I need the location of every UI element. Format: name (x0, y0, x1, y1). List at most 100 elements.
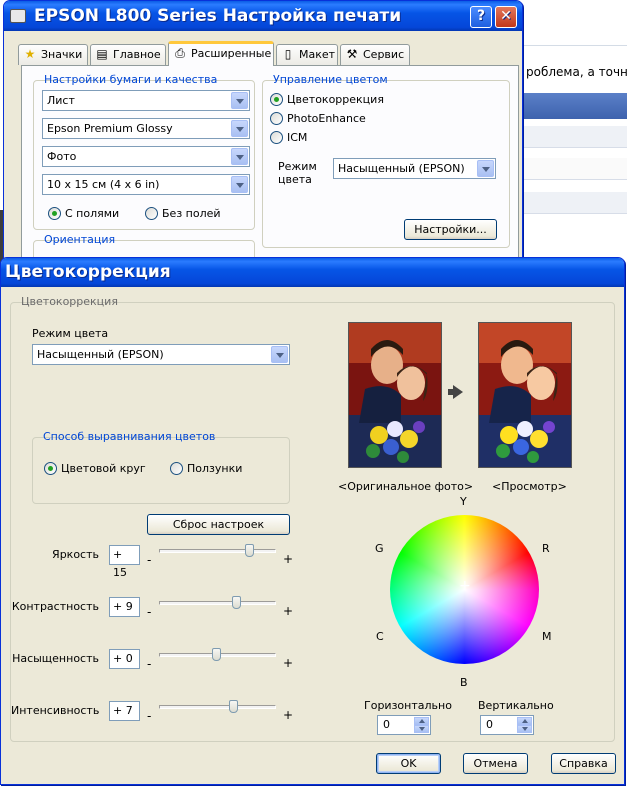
radio-indicator (145, 207, 158, 220)
wheel-label-c: C (376, 630, 384, 643)
chevron-down-icon[interactable] (231, 92, 248, 109)
background-app-row (520, 192, 627, 214)
slider-minus-label: - (147, 605, 152, 619)
slider-plus-label: + (283, 708, 294, 722)
slider-plus-label: + (283, 604, 294, 618)
slider-value-field[interactable]: + 7 (109, 701, 140, 721)
color-correction-group-label: Цветокоррекция (21, 295, 118, 308)
color-mode-label: Режим цвета (278, 160, 317, 186)
slider-minus-label: - (147, 657, 152, 671)
print-settings-titlebar[interactable]: EPSON L800 Series Настройка печати ? ✕ (4, 1, 522, 31)
spin-up-icon[interactable] (517, 717, 532, 725)
help-title-button[interactable]: ? (470, 6, 492, 28)
print-settings-window: EPSON L800 Series Настройка печати ? ✕ ★… (3, 0, 523, 280)
wheel-center-crosshair[interactable]: + (459, 579, 471, 593)
slider-track[interactable] (159, 705, 276, 709)
page-icon: ▯ (284, 47, 292, 61)
chevron-down-icon[interactable] (231, 148, 248, 165)
chevron-down-icon[interactable] (231, 176, 248, 193)
tab-icons[interactable]: ★ Значки (18, 44, 88, 65)
slider-plus-label: + (283, 656, 294, 670)
arrow-right-icon-stem (448, 389, 454, 395)
background-app-bar (520, 0, 627, 46)
color-correction-title: Цветокоррекция (5, 262, 171, 282)
photoenhance-radio[interactable]: PhotoEnhance (270, 112, 366, 126)
slider-track[interactable] (159, 549, 276, 553)
tab-advanced[interactable]: ⎙ Расширенные (168, 41, 274, 66)
tab-main[interactable]: ▤ Главное (90, 44, 166, 65)
print-settings-title: EPSON L800 Series Настройка печати (34, 6, 402, 26)
icm-radio[interactable]: ICM (270, 131, 307, 145)
slider-label: Яркость (52, 548, 99, 561)
reset-settings-button[interactable]: Сброс настроек (147, 514, 290, 535)
printer-icon (10, 9, 26, 23)
vertical-spinner[interactable]: 0 (480, 715, 534, 735)
slider-plus-label: + (283, 552, 294, 566)
wheel-label-g: G (375, 542, 384, 555)
slider-minus-label: - (147, 709, 152, 723)
color-management-group-label: Управление цветом (273, 73, 388, 86)
paper-size-combo[interactable]: 10 x 15 см (4 x 6 in) (42, 174, 250, 195)
horizontal-spinner[interactable]: 0 (377, 715, 431, 735)
color-mode-combo[interactable]: Насыщенный (EPSON) (333, 158, 496, 179)
slider-label: Интенсивность (11, 704, 100, 717)
cancel-button[interactable]: Отмена (463, 753, 528, 774)
alignment-method-group-label: Способ выравнивания цветов (43, 430, 216, 443)
spin-down-icon[interactable] (414, 725, 429, 733)
slider-value-field[interactable]: + 0 (109, 649, 140, 669)
wheel-label-y: Y (460, 495, 467, 508)
slider-minus-label: - (147, 553, 152, 567)
color-mode-title: Режим цвета (32, 327, 109, 340)
background-app-header (520, 93, 627, 119)
slider-label: Контрастность (11, 600, 99, 613)
chevron-down-icon[interactable] (271, 346, 288, 363)
close-title-button[interactable]: ✕ (495, 6, 517, 28)
help-button[interactable]: Справка (551, 753, 616, 774)
tab-layout[interactable]: ▯ Макет (276, 44, 338, 65)
background-app-row (520, 158, 627, 180)
color-settings-button[interactable]: Настройки... (404, 219, 497, 240)
slider-thumb[interactable] (229, 700, 238, 713)
spin-down-icon[interactable] (517, 725, 532, 733)
orientation-group-label: Ориентация (44, 233, 116, 246)
spinner-buttons[interactable] (517, 717, 532, 733)
spinner-buttons[interactable] (414, 717, 429, 733)
borderless-radio[interactable]: Без полей (145, 207, 221, 221)
slider-value-field[interactable]: + 15 (109, 545, 140, 579)
slider-thumb[interactable] (245, 544, 254, 557)
preview-photo-caption: <Просмотр> (492, 480, 567, 493)
cc-color-mode-combo[interactable]: Насыщенный (EPSON) (32, 344, 290, 365)
preview-photo (478, 322, 572, 468)
star-icon: ★ (24, 47, 36, 61)
slider-track[interactable] (159, 601, 276, 605)
chevron-down-icon[interactable] (231, 120, 248, 137)
paper-quality-group-label: Настройки бумаги и качества (44, 73, 218, 86)
radio-indicator (170, 462, 183, 475)
background-app-row (520, 126, 627, 148)
printer-tab-icon: ⎙ (175, 46, 185, 60)
ok-button[interactable]: OK (376, 753, 441, 774)
spin-up-icon[interactable] (414, 717, 429, 725)
paper-stack-icon: ▤ (96, 47, 108, 61)
chevron-down-icon[interactable] (477, 160, 494, 177)
paper-type-combo[interactable]: Epson Premium Glossy (42, 118, 250, 139)
wheel-label-r: R (542, 542, 550, 555)
radio-indicator (270, 131, 283, 144)
advanced-tab-panel: Настройки бумаги и качества Лист Epson P… (21, 65, 519, 280)
quality-combo[interactable]: Фото (42, 146, 250, 167)
slider-value-field[interactable]: + 9 (109, 597, 140, 617)
with-margins-radio[interactable]: С полями (48, 207, 119, 221)
original-photo (348, 322, 442, 468)
paper-source-combo[interactable]: Лист (42, 90, 250, 111)
tab-service[interactable]: ⚒ Сервис (340, 44, 410, 65)
arrow-right-icon (453, 385, 463, 399)
color-wheel-radio[interactable]: Цветовой круг (44, 462, 146, 476)
slider-thumb[interactable] (212, 648, 221, 661)
sliders-radio[interactable]: Ползунки (170, 462, 242, 476)
slider-thumb[interactable] (232, 596, 241, 609)
radio-indicator (270, 112, 283, 125)
radio-selected-indicator (270, 93, 283, 106)
radio-selected-indicator (44, 462, 57, 475)
color-correction-titlebar[interactable]: Цветокоррекция (1, 258, 624, 287)
color-correction-radio[interactable]: Цветокоррекция (270, 93, 384, 107)
